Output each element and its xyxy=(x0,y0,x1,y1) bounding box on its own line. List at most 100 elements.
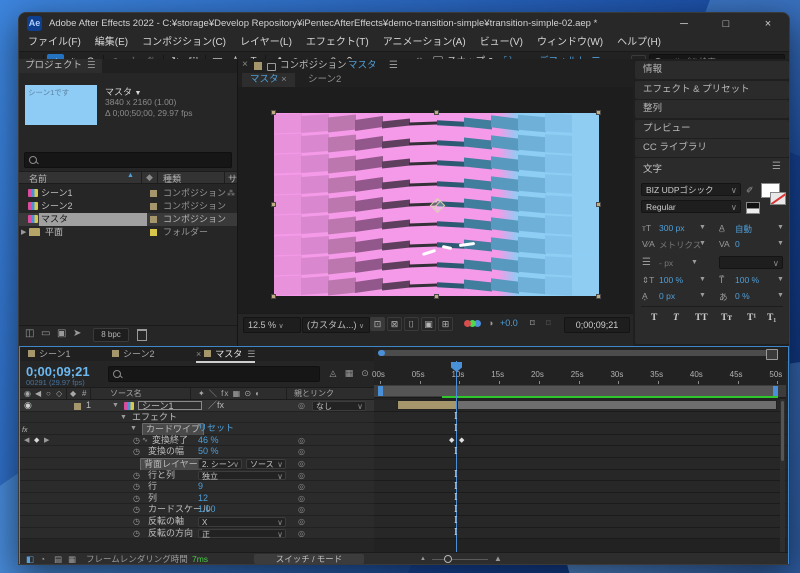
sidebar-panel-tab[interactable]: プレビュー xyxy=(635,119,789,138)
selection-handle[interactable] xyxy=(271,294,276,299)
pickwhip-icon[interactable]: ◎ xyxy=(298,504,305,516)
time-ruler[interactable]: 00s 05s 10s 15s 20s 25s 30s 35s 40s 45s 50s xyxy=(372,361,786,385)
subscript-button[interactable]: T₁ xyxy=(767,313,776,323)
render-time-pane-icon[interactable]: ▦ xyxy=(68,553,76,564)
layer-row[interactable]: ◉ ▼ 1 シーン1 ／fx ◎ なし ∨ xyxy=(20,400,374,412)
zoom-in-mountain-icon[interactable]: ▲ xyxy=(494,553,502,564)
superscript-button[interactable]: T¹ xyxy=(747,313,756,323)
pickwhip-icon[interactable]: ◎ xyxy=(298,516,305,528)
exposure-value[interactable]: +0.0 xyxy=(500,318,518,328)
menu-item[interactable]: レイヤー(L) xyxy=(240,35,292,51)
stopwatch-icon[interactable]: ◷ xyxy=(133,435,142,447)
dropdown-arrow-icon[interactable]: ▼ xyxy=(699,276,706,283)
add-keyframe-icon[interactable]: ◆ xyxy=(34,435,39,447)
menu-item[interactable]: ファイル(F) xyxy=(28,35,81,51)
adjust-icon[interactable]: ➤ xyxy=(73,328,81,339)
property-row[interactable]: 背面レイヤー 2. シーン ∨ ソース ∨ ◎ xyxy=(20,458,374,472)
small-caps-button[interactable]: Tт xyxy=(721,313,732,323)
timeline-tab[interactable]: シーン2 xyxy=(112,348,155,361)
dropdown-arrow-icon[interactable]: ▼ xyxy=(777,292,784,299)
pickwhip-icon[interactable]: ◎ xyxy=(298,493,305,505)
menu-item[interactable]: ウィンドウ(W) xyxy=(537,35,603,51)
source-name-column[interactable]: ソース名 xyxy=(110,388,142,400)
timeline-track-area[interactable]: 00s 05s 10s 15s 20s 25s 30s 35s 40s 45s 50s IIIIII… xyxy=(372,347,786,564)
parent-link-column[interactable]: 親とリンク xyxy=(294,388,334,400)
stopwatch-icon[interactable]: ◷ xyxy=(133,516,142,528)
selection-handle[interactable] xyxy=(596,110,601,115)
project-row[interactable]: ▶ 平面 フォルダー xyxy=(19,226,237,239)
property-row[interactable]: ◷ カードスケール 1.00 ◎ xyxy=(20,504,374,516)
tracking-value[interactable]: 0 xyxy=(735,239,740,249)
property-row[interactable]: ◷ 行と列 独立 ∨ ◎ xyxy=(20,469,374,482)
dropdown-arrow-icon[interactable]: ▼ xyxy=(777,276,784,283)
leading-value[interactable]: 自動 xyxy=(735,223,752,235)
work-area-start-handle[interactable] xyxy=(378,386,383,396)
panel-menu-icon[interactable]: ☰ xyxy=(389,59,398,73)
project-row[interactable]: シーン1 コンポジション ⁂ xyxy=(19,187,237,200)
property-row[interactable]: ◷ 反転の方向 正 ∨ ◎ xyxy=(20,527,374,540)
stopwatch-icon[interactable]: ◷ xyxy=(133,446,142,458)
twirl-down-icon[interactable]: ▼ xyxy=(120,412,127,424)
property-value[interactable]: 46 % xyxy=(198,435,219,447)
property-row[interactable]: ◷ 行 9 ◎ xyxy=(20,481,374,493)
project-search-input[interactable] xyxy=(24,152,232,168)
track-row[interactable] xyxy=(374,516,786,528)
menu-item[interactable]: エフェクト(T) xyxy=(306,35,369,51)
stopwatch-icon[interactable]: ◷ xyxy=(133,504,142,516)
twirl-right-icon[interactable]: ▶ xyxy=(21,226,26,239)
stroke-style-select[interactable]: ∨ xyxy=(719,256,783,269)
viewer-tab[interactable]: シーン2 xyxy=(300,73,349,87)
track-row[interactable] xyxy=(374,504,786,516)
next-keyframe-icon[interactable]: ▶ xyxy=(44,435,49,447)
sidebar-panel-tab[interactable]: CC ライブラリ xyxy=(635,139,789,157)
vertical-scrollbar[interactable] xyxy=(780,399,785,552)
layer-name[interactable]: シーン1 xyxy=(138,400,202,410)
lock-icon[interactable] xyxy=(267,63,276,71)
no-color-icon[interactable] xyxy=(746,208,760,214)
timeline-search-input[interactable] xyxy=(108,366,320,382)
track-row[interactable] xyxy=(374,481,786,493)
grid-guides-icon[interactable]: ⊡ xyxy=(370,317,385,331)
property-value[interactable]: 50 % xyxy=(198,446,219,458)
snapshot-camera-icon[interactable]: ⌑ xyxy=(530,318,535,329)
minimize-button[interactable]: ─ xyxy=(663,13,705,35)
project-panel-tab[interactable]: プロジェクト ☰ xyxy=(19,59,102,73)
property-value[interactable]: 12 xyxy=(198,493,208,505)
magnification-select[interactable]: 12.5 % ∨ xyxy=(243,317,301,333)
project-flowchart-icon[interactable]: ◫ xyxy=(25,328,34,339)
menu-item[interactable]: ヘルプ(H) xyxy=(617,35,661,51)
comp-flowchart-icon[interactable]: ◬ xyxy=(326,367,340,380)
property-value[interactable]: 9 xyxy=(198,481,203,493)
timeline-zoom-slider-thumb[interactable] xyxy=(444,555,452,563)
dropdown-arrow-icon[interactable]: ▼ xyxy=(699,224,706,231)
region-of-interest-icon[interactable]: ⌷ xyxy=(404,317,419,331)
pickwhip-icon[interactable]: ◎ xyxy=(298,528,305,540)
navigator-start-handle[interactable] xyxy=(378,350,385,356)
label-swatch[interactable] xyxy=(150,203,157,210)
dropdown-arrow-icon[interactable]: ▼ xyxy=(777,240,784,247)
parent-select[interactable]: なし ∨ xyxy=(312,401,366,411)
faux-bold-button[interactable]: T xyxy=(651,313,657,323)
timeline-tab-active[interactable]: × マスタ ☰ xyxy=(196,348,256,363)
dropdown-arrow-icon[interactable]: ▼ xyxy=(699,292,706,299)
faux-italic-button[interactable]: T xyxy=(673,313,679,323)
timeline-tab[interactable]: シーン1 xyxy=(28,348,71,361)
resolution-select[interactable]: (カスタム...) ∨ xyxy=(302,317,370,333)
stopwatch-icon[interactable]: ◷ xyxy=(133,481,142,493)
effect-row[interactable]: fx ▼ カードワイプ リセット xyxy=(20,423,374,437)
font-style-select[interactable]: Regular ∨ xyxy=(641,200,741,213)
expand-transfer-controls-icon[interactable]: ◔ xyxy=(40,553,45,564)
horizontal-scale-value[interactable]: 100 % xyxy=(735,275,759,285)
property-row[interactable]: ◷ 変換の幅 50 % ◎ xyxy=(20,446,374,458)
kerning-value[interactable]: メトリクス xyxy=(659,239,701,251)
stopwatch-icon[interactable]: ◷ xyxy=(133,528,142,540)
pickwhip-icon[interactable]: ◎ xyxy=(298,458,305,470)
dropdown-arrow-icon[interactable]: ▼ xyxy=(777,224,784,231)
menu-item[interactable]: 編集(E) xyxy=(95,35,128,51)
timeline-current-time[interactable]: 0;00;09;21 xyxy=(26,364,90,379)
layer-label-swatch[interactable] xyxy=(74,402,81,410)
hide-shy-layers-icon[interactable]: ⊙ xyxy=(358,367,372,380)
maximize-button[interactable]: □ xyxy=(705,13,747,35)
work-area-range[interactable] xyxy=(378,386,778,396)
sidebar-panel-tab[interactable]: 整列 xyxy=(635,100,789,118)
